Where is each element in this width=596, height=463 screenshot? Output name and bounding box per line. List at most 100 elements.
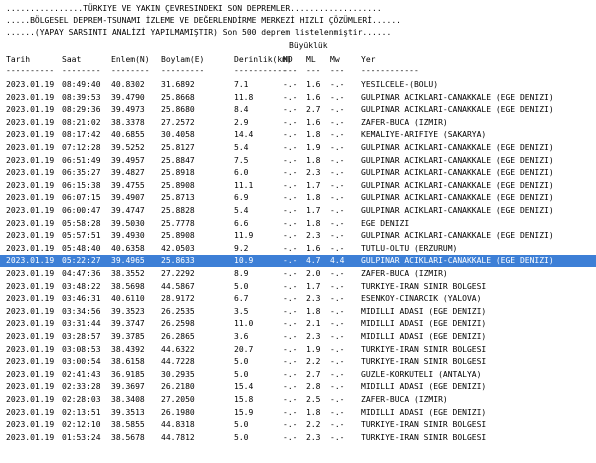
cell-date: 2023.01.19 bbox=[6, 369, 55, 379]
cell-time: 08:49:40 bbox=[62, 80, 101, 89]
cell-depth: 14.4 bbox=[234, 130, 254, 140]
table-row[interactable]: 2023.01.19 02:33:28 39.3697 26.2180 15.4 -.- 2… bbox=[0, 381, 596, 393]
cell-mw: -.- bbox=[330, 369, 345, 379]
cell-place: MIDILLI ADASI (EGE DENIZI) bbox=[361, 319, 487, 329]
table-row[interactable]: 2023.01.19 04:47:36 38.3552 27.2292 8.9 -.- 2.… bbox=[0, 268, 596, 280]
cell-mw: -.- bbox=[330, 281, 345, 291]
cell-date: 2023.01.19 bbox=[6, 357, 55, 367]
cell-date: 2023.01.19 bbox=[6, 180, 55, 190]
table-row-selected[interactable]: 2023.01.19 05:22:27 39.4965 25.8633 10.9 -.- 4… bbox=[0, 255, 596, 268]
cell-lon: 26.2180 bbox=[161, 382, 195, 392]
cell-time: 05:48:40 bbox=[62, 243, 101, 253]
cell-date: 2023.01.19 bbox=[6, 130, 55, 140]
cell-place: MIDILLI ADASI (EGE DENIZI) bbox=[361, 332, 487, 341]
cell-time: 02:13:51 bbox=[62, 407, 101, 417]
cell-lat: 38.6158 bbox=[111, 357, 145, 367]
cell-mw: -.- bbox=[330, 306, 345, 316]
table-row[interactable]: 2023.01.19 02:12:10 38.5855 44.8318 5.0 -.- 2.… bbox=[0, 419, 596, 431]
cell-lon: 25.8633 bbox=[161, 256, 195, 266]
cell-depth: 10.9 bbox=[234, 256, 254, 266]
cell-date: 2023.01.19 bbox=[6, 294, 55, 304]
cell-ml: 1.9 bbox=[306, 143, 321, 152]
cell-lat: 36.9185 bbox=[111, 369, 145, 379]
cell-date: 2023.01.19 bbox=[6, 92, 55, 102]
table-row[interactable]: 2023.01.19 08:49:40 40.8302 31.6892 7.1 -.- 1.… bbox=[0, 79, 596, 91]
cell-place: MIDILLI ADASI (EGE DENIZI) bbox=[361, 382, 487, 392]
cell-md: -.- bbox=[283, 407, 298, 417]
cell-date: 2023.01.19 bbox=[6, 306, 55, 316]
cell-md: -.- bbox=[283, 357, 298, 367]
cell-time: 08:29:36 bbox=[62, 105, 101, 115]
cell-depth: 6.6 bbox=[234, 218, 249, 228]
cell-depth: 6.7 bbox=[234, 294, 249, 304]
cell-ml: 2.8 bbox=[306, 382, 321, 392]
table-row[interactable]: 2023.01.19 05:57:51 39.4930 25.8908 11.9 -.- 2… bbox=[0, 230, 596, 242]
cell-md: -.- bbox=[283, 231, 298, 241]
table-row[interactable]: 2023.01.19 08:17:42 40.6855 30.4058 14.4 -.- 1… bbox=[0, 129, 596, 141]
cell-md: -.- bbox=[283, 306, 298, 316]
table-row[interactable]: 2023.01.19 05:58:28 39.5030 25.7778 6.6 -.- 1.… bbox=[0, 218, 596, 230]
cell-md: -.- bbox=[283, 369, 298, 379]
cell-time: 03:31:44 bbox=[62, 319, 101, 329]
table-row[interactable]: 2023.01.19 06:00:47 39.4747 25.8828 5.4 -.- 1.… bbox=[0, 205, 596, 217]
cell-ml: 2.2 bbox=[306, 357, 321, 367]
cell-place: GULPINAR ACIKLARI-CANAKKALE (EGE DENIZI) bbox=[361, 256, 554, 266]
cell-place: GULPINAR ACIKLARI-CANAKKALE (EGE DENIZI) bbox=[361, 231, 554, 241]
cell-lat: 39.4907 bbox=[111, 193, 145, 203]
cell-depth: 15.9 bbox=[234, 407, 254, 417]
cell-lat: 39.4930 bbox=[111, 231, 145, 241]
cell-ml: 2.3 bbox=[306, 294, 321, 304]
table-row[interactable]: 2023.01.19 03:28:57 39.3785 26.2865 3.6 -.- 2.… bbox=[0, 331, 596, 343]
col-header-md: MD bbox=[283, 55, 293, 64]
table-row[interactable]: 2023.01.19 03:46:31 40.6110 28.9172 6.7 -.- 2.… bbox=[0, 293, 596, 305]
cell-mw: -.- bbox=[330, 319, 345, 329]
cell-time: 02:41:43 bbox=[62, 369, 101, 379]
cell-md: -.- bbox=[283, 155, 298, 165]
cell-mw: -.- bbox=[330, 206, 345, 215]
cell-depth: 11.8 bbox=[234, 92, 254, 102]
cell-mw: -.- bbox=[330, 395, 345, 404]
table-row[interactable]: 2023.01.19 03:34:56 39.3523 26.2535 3.5 -.- 1.… bbox=[0, 306, 596, 318]
table-row[interactable]: 2023.01.19 08:21:02 38.3378 27.2572 2.9 -.- 1.… bbox=[0, 117, 596, 129]
cell-ml: 1.8 bbox=[306, 130, 321, 140]
table-row[interactable]: 2023.01.19 06:51:49 39.4957 25.8847 7.5 -.- 1.… bbox=[0, 155, 596, 167]
table-row[interactable]: 2023.01.19 08:39:53 39.4790 25.8668 11.8 -.- 1… bbox=[0, 92, 596, 104]
table-row[interactable]: 2023.01.19 03:31:44 39.3747 26.2598 11.0 -.- 2… bbox=[0, 318, 596, 330]
table-row[interactable]: 2023.01.19 01:53:24 38.5678 44.7812 5.0 -.- 2.… bbox=[0, 432, 596, 444]
table-row[interactable]: 2023.01.19 02:13:51 39.3513 26.1980 15.9 -.- 1… bbox=[0, 407, 596, 419]
cell-md: -.- bbox=[283, 168, 298, 178]
table-row[interactable]: 2023.01.19 06:15:38 39.4755 25.8908 11.1 -.- 1… bbox=[0, 180, 596, 192]
cell-place: GULPINAR ACIKLARI-CANAKKALE (EGE DENIZI) bbox=[361, 206, 554, 215]
table-row[interactable]: 2023.01.19 02:41:43 36.9185 30.2935 5.0 -.- 2.… bbox=[0, 369, 596, 381]
table-row[interactable]: 2023.01.19 07:12:28 39.5252 25.8127 5.4 -.- 1.… bbox=[0, 142, 596, 154]
table-row[interactable]: 2023.01.19 03:48:22 38.5698 44.5867 5.0 -.- 1.… bbox=[0, 281, 596, 293]
col-header-lon: Boylam(E) bbox=[161, 55, 205, 64]
table-row[interactable]: 2023.01.19 06:07:15 39.4907 25.8713 6.9 -.- 1.… bbox=[0, 192, 596, 204]
cell-mw: -.- bbox=[330, 117, 345, 127]
cell-depth: 7.5 bbox=[234, 155, 249, 165]
table-row[interactable]: 2023.01.19 06:35:27 39.4827 25.8918 6.0 -.- 2.… bbox=[0, 167, 596, 179]
separator-lon: --------- bbox=[161, 66, 205, 75]
cell-mw: -.- bbox=[330, 180, 345, 190]
cell-ml: 2.3 bbox=[306, 332, 321, 341]
cell-place: ZAFER-BUCA (IZMIR) bbox=[361, 269, 448, 278]
table-row[interactable]: 2023.01.19 03:00:54 38.6158 44.7228 5.0 -.- 2.… bbox=[0, 356, 596, 368]
cell-lat: 39.4957 bbox=[111, 155, 145, 165]
cell-mw: -.- bbox=[330, 269, 345, 278]
cell-md: -.- bbox=[283, 218, 298, 228]
table-row[interactable]: 2023.01.19 03:08:53 38.4392 44.6322 20.7 -.- 1… bbox=[0, 344, 596, 356]
cell-time: 07:12:28 bbox=[62, 143, 101, 152]
table-row[interactable]: 2023.01.19 02:28:03 38.3408 27.2050 15.8 -.- 2… bbox=[0, 394, 596, 406]
cell-depth: 15.4 bbox=[234, 382, 254, 392]
cell-date: 2023.01.19 bbox=[6, 382, 55, 392]
cell-lon: 26.2598 bbox=[161, 319, 195, 329]
cell-lat: 40.6110 bbox=[111, 294, 145, 304]
cell-depth: 5.0 bbox=[234, 369, 249, 379]
cell-mw: -.- bbox=[330, 420, 345, 430]
cell-depth: 5.4 bbox=[234, 143, 249, 152]
table-row[interactable]: 2023.01.19 05:48:40 40.6358 42.0503 9.2 -.- 1.… bbox=[0, 243, 596, 255]
cell-md: -.- bbox=[283, 80, 298, 89]
table-row[interactable]: 2023.01.19 08:29:36 39.4973 25.8680 8.4 -.- 2.… bbox=[0, 104, 596, 116]
cell-md: -.- bbox=[283, 294, 298, 304]
cell-place: TURKIYE-IRAN SINIR BOLGESI bbox=[361, 420, 487, 430]
